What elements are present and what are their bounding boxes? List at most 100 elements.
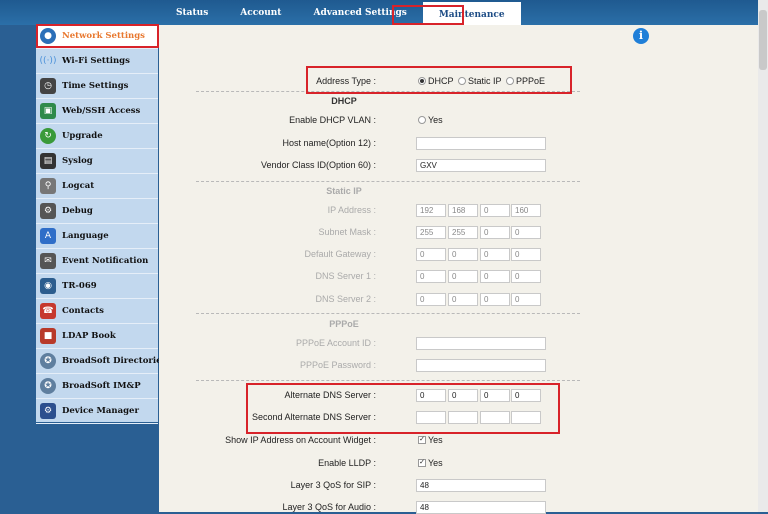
sidebar-item-wifi-settings[interactable]: ((·)) Wi-Fi Settings [36,49,158,74]
sidebar-item-upgrade[interactable]: ↻ Upgrade [36,124,158,149]
ip-address-octet-1[interactable]: 192 [416,204,446,217]
second-alt-dns-octet-2[interactable] [448,411,478,424]
dns-server-2-octet-2[interactable]: 0 [448,293,478,306]
dns-server-2-octet-1[interactable]: 0 [416,293,446,306]
sidebar-item-network-settings[interactable]: ● Network Settings [36,24,158,49]
dns-server-1-octet-1[interactable]: 0 [416,270,446,283]
sidebar-item-label: Web/SSH Access [62,106,141,116]
hostname-input[interactable] [416,137,546,150]
sidebar-item-web-ssh-access[interactable]: ▣ Web/SSH Access [36,99,158,124]
second-alt-dns-octet-1[interactable] [416,411,446,424]
subnet-mask-octet-4[interactable]: 0 [511,226,541,239]
sidebar-item-broadsoft-imp[interactable]: ✪ BroadSoft IM&P [36,374,158,399]
alt-dns-octet-2[interactable]: 0 [448,389,478,402]
dns-server-2-label: DNS Server 2 : [315,294,376,304]
tab-status[interactable]: Status [160,0,224,25]
qos-sip-input[interactable]: 48 [416,479,546,492]
alt-dns-label: Alternate DNS Server : [284,390,376,400]
gateway-octet-2[interactable]: 0 [448,248,478,261]
radio-button[interactable] [418,115,426,124]
checkbox-checked[interactable]: ✓ [418,458,426,467]
subnet-mask-octet-2[interactable]: 255 [448,226,478,239]
alt-dns-octet-3[interactable]: 0 [480,389,510,402]
second-alt-dns-octet-3[interactable] [480,411,510,424]
time-icon: ◷ [40,78,56,94]
qos-audio-label: Layer 3 QoS for Audio : [282,502,376,512]
show-ip-label: Show IP Address on Account Widget : [225,435,376,445]
sidebar-item-contacts[interactable]: ☎ Contacts [36,299,158,324]
divider [196,91,580,92]
hostname-label: Host name(Option 12) : [282,138,376,148]
enable-lldp-option[interactable]: ✓ Yes [418,458,443,468]
scrollbar[interactable] [758,0,768,512]
subnet-mask-octet-3[interactable]: 0 [480,226,510,239]
dns-server-1-octet-2[interactable]: 0 [448,270,478,283]
sidebar-item-label: Wi-Fi Settings [62,56,130,66]
ip-address-label: IP Address : [327,205,376,215]
dns-server-2-octet-3[interactable]: 0 [480,293,510,306]
divider [196,181,580,182]
pppoe-account-input[interactable] [416,337,546,350]
second-alt-dns-octet-4[interactable] [511,411,541,424]
gateway-octet-3[interactable]: 0 [480,248,510,261]
dns-server-1-label: DNS Server 1 : [315,271,376,281]
checkbox-checked[interactable]: ✓ [418,435,426,444]
show-ip-option[interactable]: ✓ Yes [418,435,443,445]
vendor-class-input[interactable]: GXV [416,159,546,172]
info-icon[interactable]: i [633,28,649,44]
qos-audio-input[interactable]: 48 [416,501,546,514]
sidebar-item-ldap-book[interactable]: ■ LDAP Book [36,324,158,349]
sidebar-item-label: Language [62,231,109,241]
tab-maintenance[interactable]: Maintenance [422,2,521,25]
sidebar-item-device-manager[interactable]: ⚙ Device Manager [36,399,158,424]
sidebar-item-logcat[interactable]: ⚲ Logcat [36,174,158,199]
sidebar-item-label: Syslog [62,156,93,166]
ip-address-octet-2[interactable]: 168 [448,204,478,217]
dns-server-1-octet-4[interactable]: 0 [511,270,541,283]
subnet-mask-label: Subnet Mask : [318,227,376,237]
radio-button[interactable] [506,76,514,85]
radio-button-checked[interactable] [418,76,426,85]
radio-static-ip[interactable]: Static IP [458,76,502,86]
enable-dhcp-vlan-label: Enable DHCP VLAN : [289,115,376,125]
dns-server-2-octet-4[interactable]: 0 [511,293,541,306]
subnet-mask-octet-1[interactable]: 255 [416,226,446,239]
logcat-icon: ⚲ [40,178,56,194]
enable-dhcp-vlan-option[interactable]: Yes [418,115,443,125]
radio-pppoe[interactable]: PPPoE [506,76,545,86]
alt-dns-octet-4[interactable]: 0 [511,389,541,402]
ip-address-octet-3[interactable]: 0 [480,204,510,217]
gateway-octet-4[interactable]: 0 [511,248,541,261]
upgrade-icon: ↻ [40,128,56,144]
tab-strip: Status Account Advanced Settings Mainten… [160,0,521,25]
ip-address-octet-4[interactable]: 160 [511,204,541,217]
sidebar-item-broadsoft-directories[interactable]: ✪ BroadSoft Directories [36,349,166,374]
sidebar-item-event-notification[interactable]: ✉ Event Notification [36,249,158,274]
network-icon: ● [40,28,56,44]
sidebar-item-tr069[interactable]: ◉ TR-069 [36,274,158,299]
section-pppoe-title: PPPoE [329,319,359,329]
gateway-label: Default Gateway : [304,249,376,259]
pppoe-password-input[interactable] [416,359,546,372]
alt-dns-octet-1[interactable]: 0 [416,389,446,402]
radio-button[interactable] [458,76,466,85]
sidebar-item-debug[interactable]: ⚙ Debug [36,199,158,224]
sidebar-item-label: BroadSoft Directories [62,356,167,366]
tab-account[interactable]: Account [224,0,297,25]
sidebar-item-label: Device Manager [62,406,139,416]
radio-static-ip-label: Static IP [468,76,502,86]
sidebar-item-label: Upgrade [62,131,103,141]
gateway-octet-1[interactable]: 0 [416,248,446,261]
enable-lldp-label: Enable LLDP : [318,458,376,468]
pppoe-password-label: PPPoE Password : [299,360,376,370]
dns-server-1-octet-3[interactable]: 0 [480,270,510,283]
sidebar: ● Network Settings ((·)) Wi-Fi Settings ◷ T… [36,24,166,424]
ldap-book-icon: ■ [40,328,56,344]
scrollbar-thumb[interactable] [759,10,767,70]
radio-dhcp[interactable]: DHCP [418,76,454,86]
tab-advanced-settings[interactable]: Advanced Settings [297,0,422,25]
sidebar-item-time-settings[interactable]: ◷ Time Settings [36,74,158,99]
sidebar-item-language[interactable]: A Language [36,224,158,249]
sidebar-item-syslog[interactable]: ▤ Syslog [36,149,158,174]
event-notification-icon: ✉ [40,253,56,269]
